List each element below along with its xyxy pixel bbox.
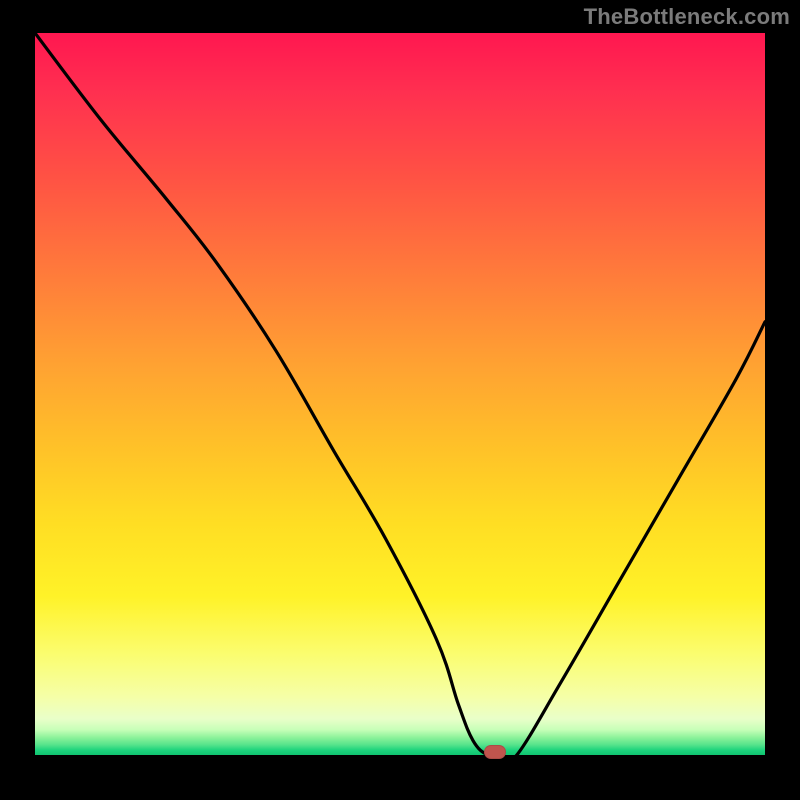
bottleneck-curve xyxy=(35,33,765,755)
optimal-point-marker xyxy=(484,745,506,759)
chart-frame: TheBottleneck.com xyxy=(0,0,800,800)
plot-area xyxy=(35,33,765,755)
attribution-text: TheBottleneck.com xyxy=(584,4,790,30)
